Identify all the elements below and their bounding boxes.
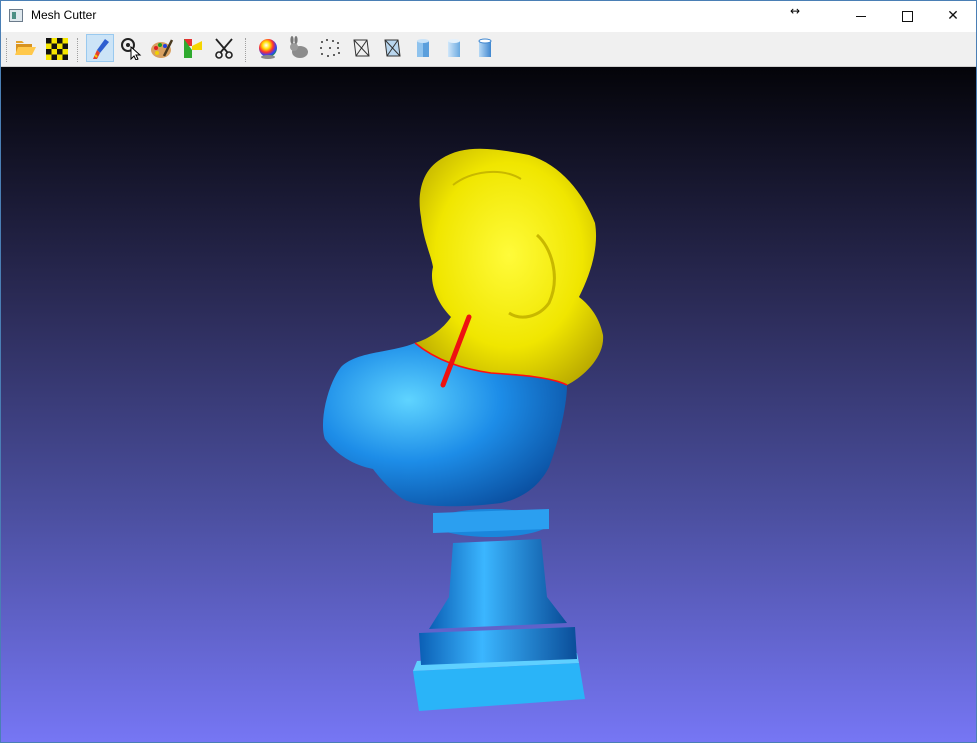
checkerboard-icon — [46, 38, 68, 60]
color-sphere-button[interactable] — [254, 34, 282, 62]
smooth-cylinder-icon — [448, 39, 460, 57]
points-button[interactable] — [316, 34, 344, 62]
select-cursor-icon — [121, 38, 142, 60]
cut-button[interactable] — [210, 34, 238, 62]
toolbar-grip — [6, 38, 9, 62]
smooth-shading-button[interactable] — [440, 34, 468, 62]
close-button[interactable]: ✕ — [930, 1, 976, 31]
textured-cylinder-icon — [478, 38, 492, 57]
pedestal-segment[interactable] — [413, 509, 585, 711]
color-palette-button[interactable] — [148, 34, 176, 62]
resize-cursor-icon: ↔ — [790, 4, 801, 18]
window-title: Mesh Cutter — [31, 8, 97, 22]
flat-cylinder-icon — [417, 39, 429, 57]
maximize-icon — [901, 10, 913, 22]
scissors-icon — [215, 38, 233, 59]
flip-icon — [184, 39, 202, 58]
color-sphere-icon — [259, 39, 277, 59]
wireframe-icon — [353, 39, 370, 57]
wireframe-shaded-button[interactable] — [378, 34, 406, 62]
close-icon: ✕ — [947, 8, 959, 24]
wireframe-shaded-icon — [384, 39, 401, 57]
brush-icon — [93, 39, 109, 59]
app-window: Mesh Cutter ↔ ✕ — [0, 0, 977, 743]
folder-icon — [15, 41, 36, 55]
minimize-icon — [856, 15, 866, 17]
points-icon — [320, 39, 340, 57]
textured-shading-button[interactable] — [471, 34, 499, 62]
3d-viewport[interactable] — [1, 67, 976, 742]
bunny-icon — [290, 36, 308, 58]
open-folder-button[interactable] — [12, 34, 40, 62]
mesh-model[interactable] — [1, 67, 976, 742]
bunny-button[interactable] — [285, 34, 313, 62]
toolbar-separator — [77, 38, 80, 62]
wireframe-button[interactable] — [347, 34, 375, 62]
minimize-button[interactable] — [838, 1, 884, 31]
checkerboard-button[interactable] — [43, 34, 71, 62]
app-icon — [9, 9, 23, 22]
upper-mesh-segment[interactable] — [415, 148, 604, 385]
maximize-button[interactable] — [884, 1, 930, 31]
main-toolbar — [1, 32, 976, 67]
title-bar[interactable]: Mesh Cutter ↔ ✕ — [1, 1, 976, 31]
select-tool-button[interactable] — [117, 34, 145, 62]
palette-icon — [151, 39, 174, 58]
toolbar-separator — [245, 38, 248, 62]
flip-tool-button[interactable] — [179, 34, 207, 62]
flat-shading-button[interactable] — [409, 34, 437, 62]
paint-brush-button[interactable] — [86, 34, 114, 62]
